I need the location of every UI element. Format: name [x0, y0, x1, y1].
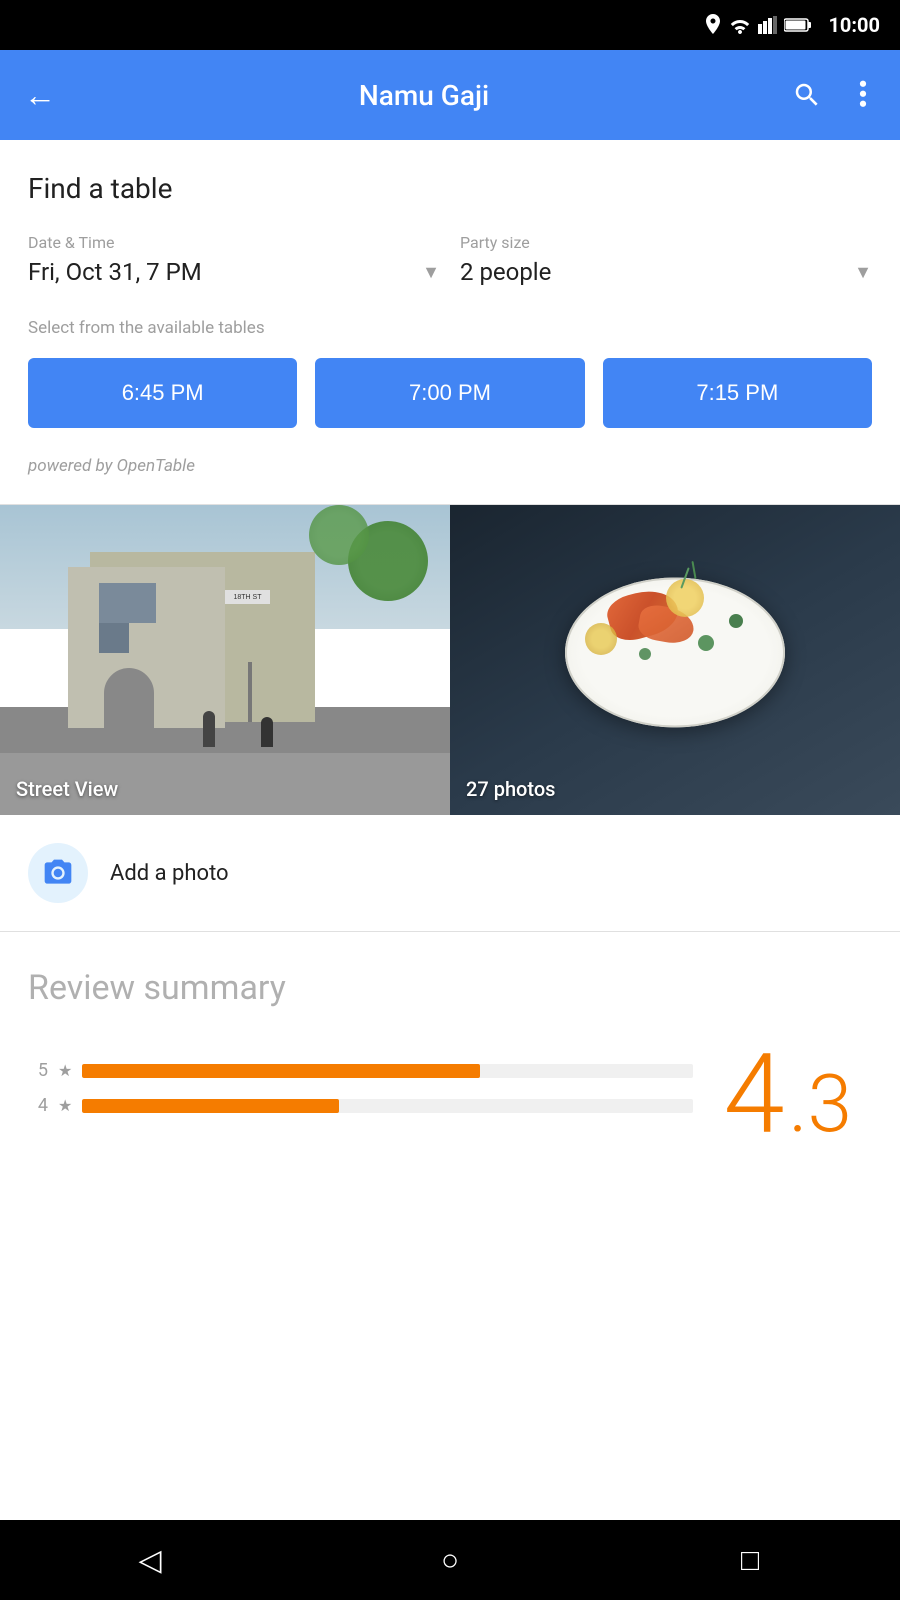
party-size-value: 2 people — [460, 258, 551, 286]
bar-fill-4 — [82, 1099, 339, 1113]
party-size-label: Party size — [460, 233, 872, 252]
status-bar: 10:00 — [0, 0, 900, 50]
app-bar: ← Namu Gaji — [0, 50, 900, 140]
nav-home-button[interactable]: ○ — [420, 1530, 480, 1590]
status-time: 10:00 — [828, 13, 880, 37]
rating-row-4: 4 ★ — [28, 1095, 693, 1116]
party-size-arrow: ▼ — [854, 262, 872, 283]
date-time-label: Date & Time — [28, 233, 440, 252]
date-time-selector[interactable]: Date & Time Fri, Oct 31, 7 PM ▼ — [28, 233, 440, 290]
time-slot-700[interactable]: 7:00 PM — [315, 358, 584, 428]
main-content: Find a table Date & Time Fri, Oct 31, 7 … — [0, 140, 900, 1170]
nav-recent-button[interactable]: □ — [720, 1530, 780, 1590]
find-table-title: Find a table — [28, 172, 872, 205]
date-time-dropdown[interactable]: Fri, Oct 31, 7 PM ▼ — [28, 258, 440, 290]
bar-track-4 — [82, 1099, 693, 1113]
search-icon[interactable] — [792, 80, 822, 110]
street-view-card[interactable]: 18TH ST Street View — [0, 505, 450, 815]
page-title: Namu Gaji — [80, 79, 768, 112]
date-time-value: Fri, Oct 31, 7 PM — [28, 258, 202, 286]
app-bar-actions — [792, 80, 876, 110]
star-icon-5: ★ — [58, 1061, 72, 1080]
photos-count-label: 27 photos — [466, 777, 555, 801]
bar-track-5 — [82, 1064, 693, 1078]
star-icon-4: ★ — [58, 1096, 72, 1115]
big-rating: 4 .3 — [723, 1040, 872, 1150]
time-slot-645[interactable]: 6:45 PM — [28, 358, 297, 428]
review-section: Review summary 5 ★ 4 ★ — [0, 932, 900, 1170]
camera-icon — [42, 857, 74, 889]
back-button[interactable]: ← — [24, 76, 56, 114]
status-icons — [704, 14, 812, 36]
bottom-nav: ◁ ○ □ — [0, 1520, 900, 1600]
time-slots: 6:45 PM 7:00 PM 7:15 PM — [28, 358, 872, 428]
battery-icon — [784, 17, 812, 33]
food-photo-card[interactable]: 27 photos — [450, 505, 900, 815]
big-rating-whole: 4 — [723, 1040, 784, 1150]
rating-num-4: 4 — [28, 1095, 48, 1116]
party-size-selector[interactable]: Party size 2 people ▼ — [460, 233, 872, 290]
rating-num-5: 5 — [28, 1060, 48, 1081]
time-slot-715[interactable]: 7:15 PM — [603, 358, 872, 428]
bar-fill-5 — [82, 1064, 479, 1078]
add-photo-row[interactable]: Add a photo — [0, 815, 900, 931]
selectors-row: Date & Time Fri, Oct 31, 7 PM ▼ Party si… — [28, 233, 872, 290]
location-icon — [704, 14, 722, 36]
street-view-label: Street View — [16, 777, 118, 801]
available-tables-label: Select from the available tables — [28, 318, 872, 338]
rating-bars: 5 ★ 4 ★ — [28, 1060, 693, 1130]
find-table-section: Find a table Date & Time Fri, Oct 31, 7 … — [0, 140, 900, 504]
party-size-dropdown[interactable]: 2 people ▼ — [460, 258, 872, 290]
rating-content: 5 ★ 4 ★ 4 .3 — [28, 1040, 872, 1150]
add-photo-text: Add a photo — [110, 861, 229, 886]
opentable-credit: powered by OpenTable — [28, 456, 872, 476]
more-options-icon[interactable] — [850, 80, 876, 110]
date-time-arrow: ▼ — [422, 262, 440, 283]
review-summary-title: Review summary — [28, 968, 872, 1008]
rating-row-5: 5 ★ — [28, 1060, 693, 1081]
signal-icon — [758, 16, 778, 34]
wifi-icon — [728, 16, 752, 34]
nav-back-button[interactable]: ◁ — [120, 1530, 180, 1590]
camera-icon-wrap — [28, 843, 88, 903]
big-rating-decimal: .3 — [788, 1064, 852, 1144]
photos-row: 18TH ST Street View — [0, 505, 900, 815]
